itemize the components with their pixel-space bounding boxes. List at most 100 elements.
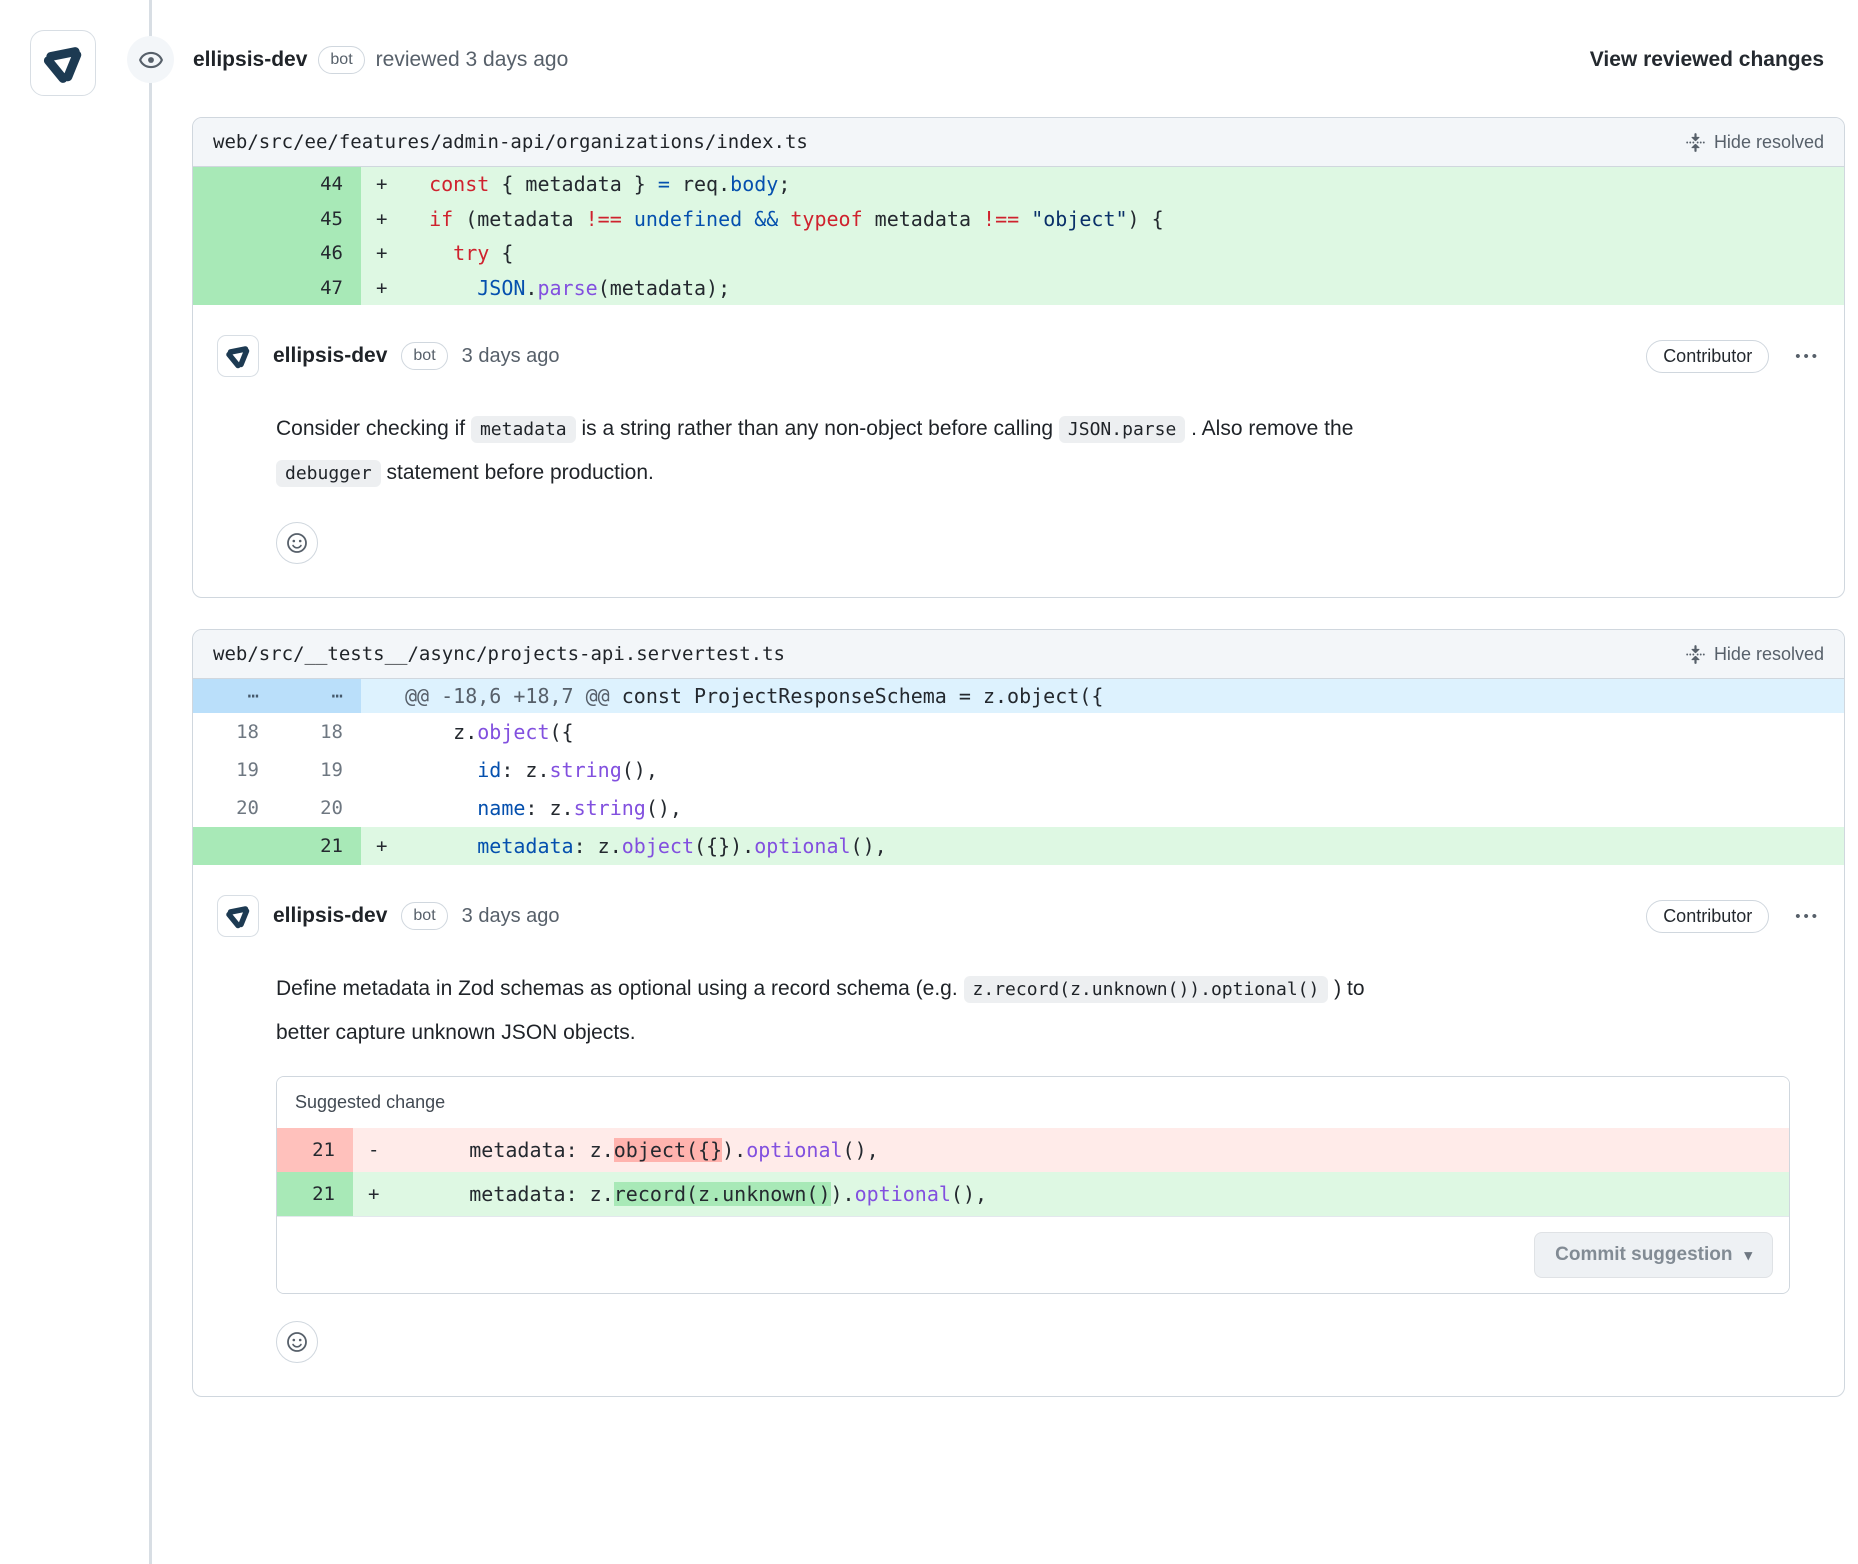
diff-row: 44 + const { metadata } = req.body; xyxy=(193,167,1844,202)
ellipsis-logo-icon xyxy=(37,37,89,89)
line-number-new: 18 xyxy=(277,713,361,751)
comment-avatar[interactable] xyxy=(217,895,259,937)
diff-marker: + xyxy=(361,827,405,865)
comment-timestamp[interactable]: 3 days ago xyxy=(462,905,560,928)
ellipsis-logo-icon xyxy=(222,900,254,932)
review-threads: web/src/ee/features/admin-api/organizati… xyxy=(0,0,1858,1397)
add-reaction-button[interactable] xyxy=(276,522,318,564)
timeline-line xyxy=(149,0,152,1564)
line-number-new: 20 xyxy=(277,789,361,827)
chevron-down-icon: ▾ xyxy=(1744,1246,1752,1264)
code-line: metadata: z.record(z.unknown()).optional… xyxy=(397,1172,1789,1216)
hide-resolved-button[interactable]: Hide resolved xyxy=(1686,132,1824,153)
comment-timestamp[interactable]: 3 days ago xyxy=(462,345,560,368)
review-thread-card-1: web/src/ee/features/admin-api/organizati… xyxy=(192,117,1845,598)
suggestion-footer: Commit suggestion ▾ xyxy=(277,1216,1789,1293)
line-number: 47 xyxy=(193,271,361,306)
diff-marker: - xyxy=(353,1128,397,1172)
file-path[interactable]: web/src/ee/features/admin-api/organizati… xyxy=(213,131,808,153)
fold-icon xyxy=(1686,645,1705,664)
comment-username[interactable]: ellipsis-dev xyxy=(273,344,387,368)
kebab-menu-icon[interactable]: ••• xyxy=(1795,909,1820,924)
diff-row: 47 + JSON.parse(metadata); xyxy=(193,271,1844,306)
smiley-icon xyxy=(285,531,309,555)
code-line: metadata: z.object({}).optional(), xyxy=(397,1128,1789,1172)
hunk-header-text: @@ -18,6 +18,7 @@ const ProjectResponseS… xyxy=(405,679,1844,713)
diff-marker: + xyxy=(361,167,405,202)
review-comment: ellipsis-dev bot 3 days ago Contributor … xyxy=(193,305,1844,597)
comment-body: Consider checking if metadata is a strin… xyxy=(276,407,1820,495)
line-number-new: 21 xyxy=(277,827,361,865)
diff-row: 20 20 name: z.string(), xyxy=(193,789,1844,827)
review-thread-card-2: web/src/__tests__/async/projects-api.ser… xyxy=(192,629,1845,1397)
commit-suggestion-label: Commit suggestion xyxy=(1555,1244,1732,1266)
hide-resolved-button[interactable]: Hide resolved xyxy=(1686,644,1824,665)
comment-username[interactable]: ellipsis-dev xyxy=(273,904,387,928)
bot-badge: bot xyxy=(401,342,447,370)
diff-marker xyxy=(361,679,405,713)
comment-header: ellipsis-dev bot 3 days ago Contributor … xyxy=(217,895,1820,937)
review-header: ellipsis-dev bot reviewed 3 days ago Vie… xyxy=(193,46,1824,74)
view-reviewed-changes-link[interactable]: View reviewed changes xyxy=(1590,48,1824,72)
diff-row: 21 + metadata: z.object({}).optional(), xyxy=(193,827,1844,865)
line-number-old: 19 xyxy=(193,751,277,789)
eye-icon xyxy=(127,36,174,83)
kebab-menu-icon[interactable]: ••• xyxy=(1795,349,1820,364)
diff-snippet: 44 + const { metadata } = req.body; 45 +… xyxy=(193,167,1844,305)
reviewer-username[interactable]: ellipsis-dev xyxy=(193,48,307,72)
fold-icon xyxy=(1686,133,1705,152)
hide-resolved-label: Hide resolved xyxy=(1714,132,1824,153)
diff-marker xyxy=(361,713,405,751)
contributor-badge: Contributor xyxy=(1646,340,1769,373)
code-line: z.object({ xyxy=(405,713,1844,751)
hunk-dots: ⋯ xyxy=(193,679,277,713)
line-number-old: 18 xyxy=(193,713,277,751)
file-header: web/src/__tests__/async/projects-api.ser… xyxy=(193,630,1844,679)
hunk-header-row: ⋯ ⋯ @@ -18,6 +18,7 @@ const ProjectRespo… xyxy=(193,679,1844,713)
comment-avatar[interactable] xyxy=(217,335,259,377)
diff-marker xyxy=(361,751,405,789)
diff-row: 18 18 z.object({ xyxy=(193,713,1844,751)
suggested-change-block: Suggested change 21 - metadata: z.object… xyxy=(276,1076,1790,1294)
code-line: id: z.string(), xyxy=(405,751,1844,789)
diff-row: 19 19 id: z.string(), xyxy=(193,751,1844,789)
diff-marker: + xyxy=(361,271,405,306)
reviewer-avatar[interactable] xyxy=(30,30,96,96)
code-line: try { xyxy=(405,236,1844,271)
review-action-text: reviewed 3 days ago xyxy=(376,48,569,72)
pr-review-timeline: ellipsis-dev bot reviewed 3 days ago Vie… xyxy=(0,0,1858,1564)
suggestion-added-row: 21 + metadata: z.record(z.unknown()).opt… xyxy=(277,1172,1789,1216)
file-header: web/src/ee/features/admin-api/organizati… xyxy=(193,118,1844,167)
commit-suggestion-button[interactable]: Commit suggestion ▾ xyxy=(1534,1232,1773,1278)
contributor-badge: Contributor xyxy=(1646,900,1769,933)
line-number-new: 19 xyxy=(277,751,361,789)
bot-badge: bot xyxy=(401,902,447,930)
diff-marker: + xyxy=(361,202,405,237)
diff-row: 45 + if (metadata !== undefined && typeo… xyxy=(193,202,1844,237)
smiley-icon xyxy=(285,1330,309,1354)
line-number: 46 xyxy=(193,236,361,271)
diff-row: 46 + try { xyxy=(193,236,1844,271)
diff-snippet: ⋯ ⋯ @@ -18,6 +18,7 @@ const ProjectRespo… xyxy=(193,679,1844,865)
line-number: 21 xyxy=(277,1128,353,1172)
diff-marker xyxy=(361,789,405,827)
line-number-old xyxy=(193,827,277,865)
code-line: if (metadata !== undefined && typeof met… xyxy=(405,202,1844,237)
code-line: metadata: z.object({}).optional(), xyxy=(405,827,1844,865)
suggestion-deleted-row: 21 - metadata: z.object({}).optional(), xyxy=(277,1128,1789,1172)
hunk-dots: ⋯ xyxy=(277,679,361,713)
comment-body: Define metadata in Zod schemas as option… xyxy=(276,967,1820,1054)
diff-marker: + xyxy=(353,1172,397,1216)
ellipsis-logo-icon xyxy=(222,340,254,372)
line-number-old: 20 xyxy=(193,789,277,827)
hide-resolved-label: Hide resolved xyxy=(1714,644,1824,665)
line-number: 45 xyxy=(193,202,361,237)
file-path[interactable]: web/src/__tests__/async/projects-api.ser… xyxy=(213,643,785,665)
bot-badge: bot xyxy=(318,46,364,74)
code-line: JSON.parse(metadata); xyxy=(405,271,1844,306)
add-reaction-button[interactable] xyxy=(276,1321,318,1363)
code-line: const { metadata } = req.body; xyxy=(405,167,1844,202)
review-comment: ellipsis-dev bot 3 days ago Contributor … xyxy=(193,865,1844,1396)
line-number: 21 xyxy=(277,1172,353,1216)
line-number: 44 xyxy=(193,167,361,202)
